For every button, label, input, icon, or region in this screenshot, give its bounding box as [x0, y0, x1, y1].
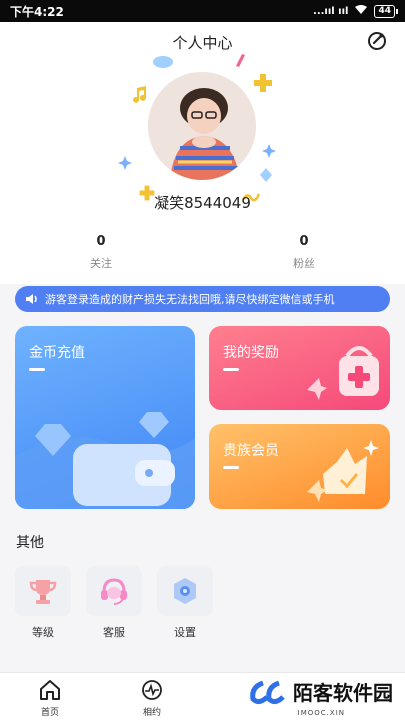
following-count: 0 — [96, 234, 106, 249]
profile-section: 个人中心 凝笑8544049 0 关注 0 粉丝 — [0, 22, 405, 284]
nav-home[interactable]: 首页 — [20, 679, 80, 718]
followers-count: 0 — [299, 234, 309, 249]
bottom-nav: 首页 相约 陌客软件园 IMOOC.XIN — [0, 672, 405, 720]
stat-following[interactable]: 0 关注 — [61, 234, 141, 271]
level-button[interactable]: 等级 — [15, 566, 71, 640]
nav-home-label: 首页 — [40, 708, 59, 718]
settings-icon-box — [157, 566, 213, 616]
pencil-icon — [236, 54, 245, 67]
star-icon — [118, 156, 132, 170]
edit-icon[interactable] — [367, 31, 387, 51]
pulse-icon — [142, 680, 162, 700]
nav-meet-label: 相约 — [142, 708, 161, 718]
coin-recharge-card[interactable]: 金币充值 — [15, 326, 195, 509]
following-label: 关注 — [90, 257, 112, 270]
avatar-area — [118, 54, 288, 212]
battery-icon: 44 — [374, 4, 398, 18]
speaker-icon — [26, 294, 37, 304]
vip-membership-title: 贵族会员 — [223, 443, 279, 459]
wallet-icon — [15, 412, 195, 509]
status-bar: 下午4:22 ...ııl ııl 44 — [0, 0, 405, 22]
card-dash — [223, 466, 239, 469]
crown-icon — [307, 440, 379, 502]
customer-service-icon-box — [86, 566, 142, 616]
music-note-icon — [133, 86, 146, 103]
avatar[interactable] — [148, 72, 256, 180]
headset-icon — [101, 578, 127, 605]
settings-label: 设置 — [174, 626, 196, 639]
card-dash — [29, 368, 45, 371]
settings-button[interactable]: 设置 — [157, 566, 213, 640]
settings-icon — [174, 578, 196, 604]
my-rewards-title: 我的奖励 — [223, 345, 279, 361]
cloud-icon — [153, 56, 173, 68]
stat-followers[interactable]: 0 粉丝 — [264, 234, 344, 271]
home-icon — [40, 680, 60, 700]
page-title: 个人中心 — [172, 34, 233, 52]
notice-banner[interactable]: 游客登录造成的财产损失无法找回哦,请尽快绑定微信或手机 — [15, 286, 390, 312]
watermark: 陌客软件园 IMOOC.XIN — [249, 677, 393, 717]
trophy-icon — [29, 580, 57, 604]
wifi-icon — [354, 4, 368, 18]
coin-recharge-title: 金币充值 — [29, 345, 85, 361]
nav-meet[interactable]: 相约 — [122, 679, 182, 718]
vip-membership-card[interactable]: 贵族会员 — [209, 424, 390, 509]
card-dash — [223, 368, 239, 371]
watermark-logo-icon — [250, 680, 285, 704]
status-time: 下午4:22 — [10, 4, 64, 19]
other-section-title: 其他 — [16, 535, 44, 551]
customer-service-label: 客服 — [103, 626, 125, 639]
username: 凝笑8544049 — [154, 194, 251, 212]
plus-icon — [254, 74, 272, 92]
level-label: 等级 — [32, 626, 54, 639]
notice-text: 游客登录造成的财产损失无法找回哦,请尽快绑定微信或手机 — [45, 293, 335, 306]
watermark-sub: IMOOC.XIN — [297, 709, 345, 717]
my-rewards-card[interactable]: 我的奖励 — [209, 326, 390, 410]
customer-service-button[interactable]: 客服 — [86, 566, 142, 640]
followers-label: 粉丝 — [293, 257, 315, 270]
gift-box-icon — [307, 346, 379, 400]
diamond-icon — [260, 168, 272, 182]
level-icon-box — [15, 566, 71, 616]
star-icon — [262, 144, 276, 158]
watermark-brand: 陌客软件园 — [293, 681, 393, 705]
signal-icon: ...ııl ııl — [313, 5, 349, 17]
